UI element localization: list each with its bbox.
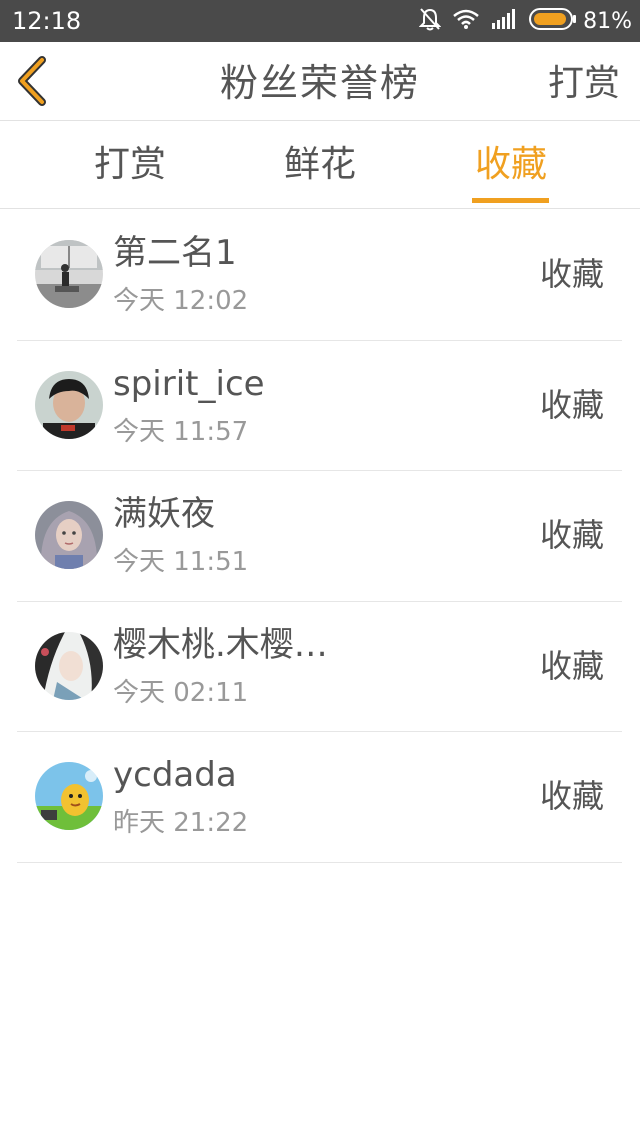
reward-button[interactable]: 打赏: [548, 62, 620, 106]
tab-bar: 打赏 鲜花 收藏: [0, 121, 640, 209]
list-item[interactable]: 第二名1 今天 12:02 收藏: [17, 210, 622, 341]
avatar: [35, 631, 103, 700]
title-bar: 粉丝荣誉榜 打赏: [0, 42, 640, 121]
avatar: [35, 370, 103, 439]
user-time: 今天 02:11: [113, 677, 249, 708]
user-name: ycdada: [113, 755, 237, 795]
tab-favorites[interactable]: 收藏: [451, 143, 571, 187]
user-time: 今天 11:57: [113, 416, 249, 447]
avatar: [35, 240, 103, 308]
user-name: 满妖夜: [113, 494, 215, 534]
user-name: 樱木桃.木樱…: [113, 624, 328, 665]
active-tab-indicator: [472, 198, 549, 203]
wifi-icon: [453, 9, 479, 33]
item-type-label: 收藏: [539, 777, 604, 815]
status-icons: 81%: [418, 0, 632, 42]
tab-reward[interactable]: 打赏: [70, 143, 190, 187]
avatar: [35, 762, 103, 830]
list-item[interactable]: ycdada 昨天 21:22 收藏: [17, 732, 622, 863]
item-type-label: 收藏: [539, 516, 604, 554]
list-item[interactable]: spirit_ice 今天 11:57 收藏: [17, 341, 622, 471]
fan-list: 第二名1 今天 12:02 收藏 spirit_ice 今天 11:57 收藏: [17, 210, 622, 863]
tab-flowers[interactable]: 鲜花: [260, 143, 380, 187]
user-name: spirit_ice: [113, 363, 265, 404]
list-item[interactable]: 满妖夜 今天 11:51 收藏: [17, 471, 622, 602]
user-name: 第二名1: [113, 233, 237, 273]
status-bar: 12:18 81%: [0, 0, 640, 42]
item-type-label: 收藏: [539, 646, 604, 685]
item-type-label: 收藏: [539, 255, 604, 293]
bell-off-icon: [418, 7, 442, 35]
status-time: 12:18: [12, 7, 82, 35]
user-time: 今天 12:02: [113, 286, 249, 316]
item-type-label: 收藏: [539, 385, 604, 424]
list-item[interactable]: 樱木桃.木樱… 今天 02:11 收藏: [17, 602, 622, 732]
user-time: 昨天 21:22: [113, 808, 249, 838]
avatar: [35, 501, 103, 569]
user-time: 今天 11:51: [113, 547, 249, 577]
page-title: 粉丝荣誉榜: [219, 61, 420, 105]
battery-percent: 81%: [583, 8, 632, 34]
battery-icon: [529, 8, 577, 34]
signal-icon: [491, 9, 517, 33]
